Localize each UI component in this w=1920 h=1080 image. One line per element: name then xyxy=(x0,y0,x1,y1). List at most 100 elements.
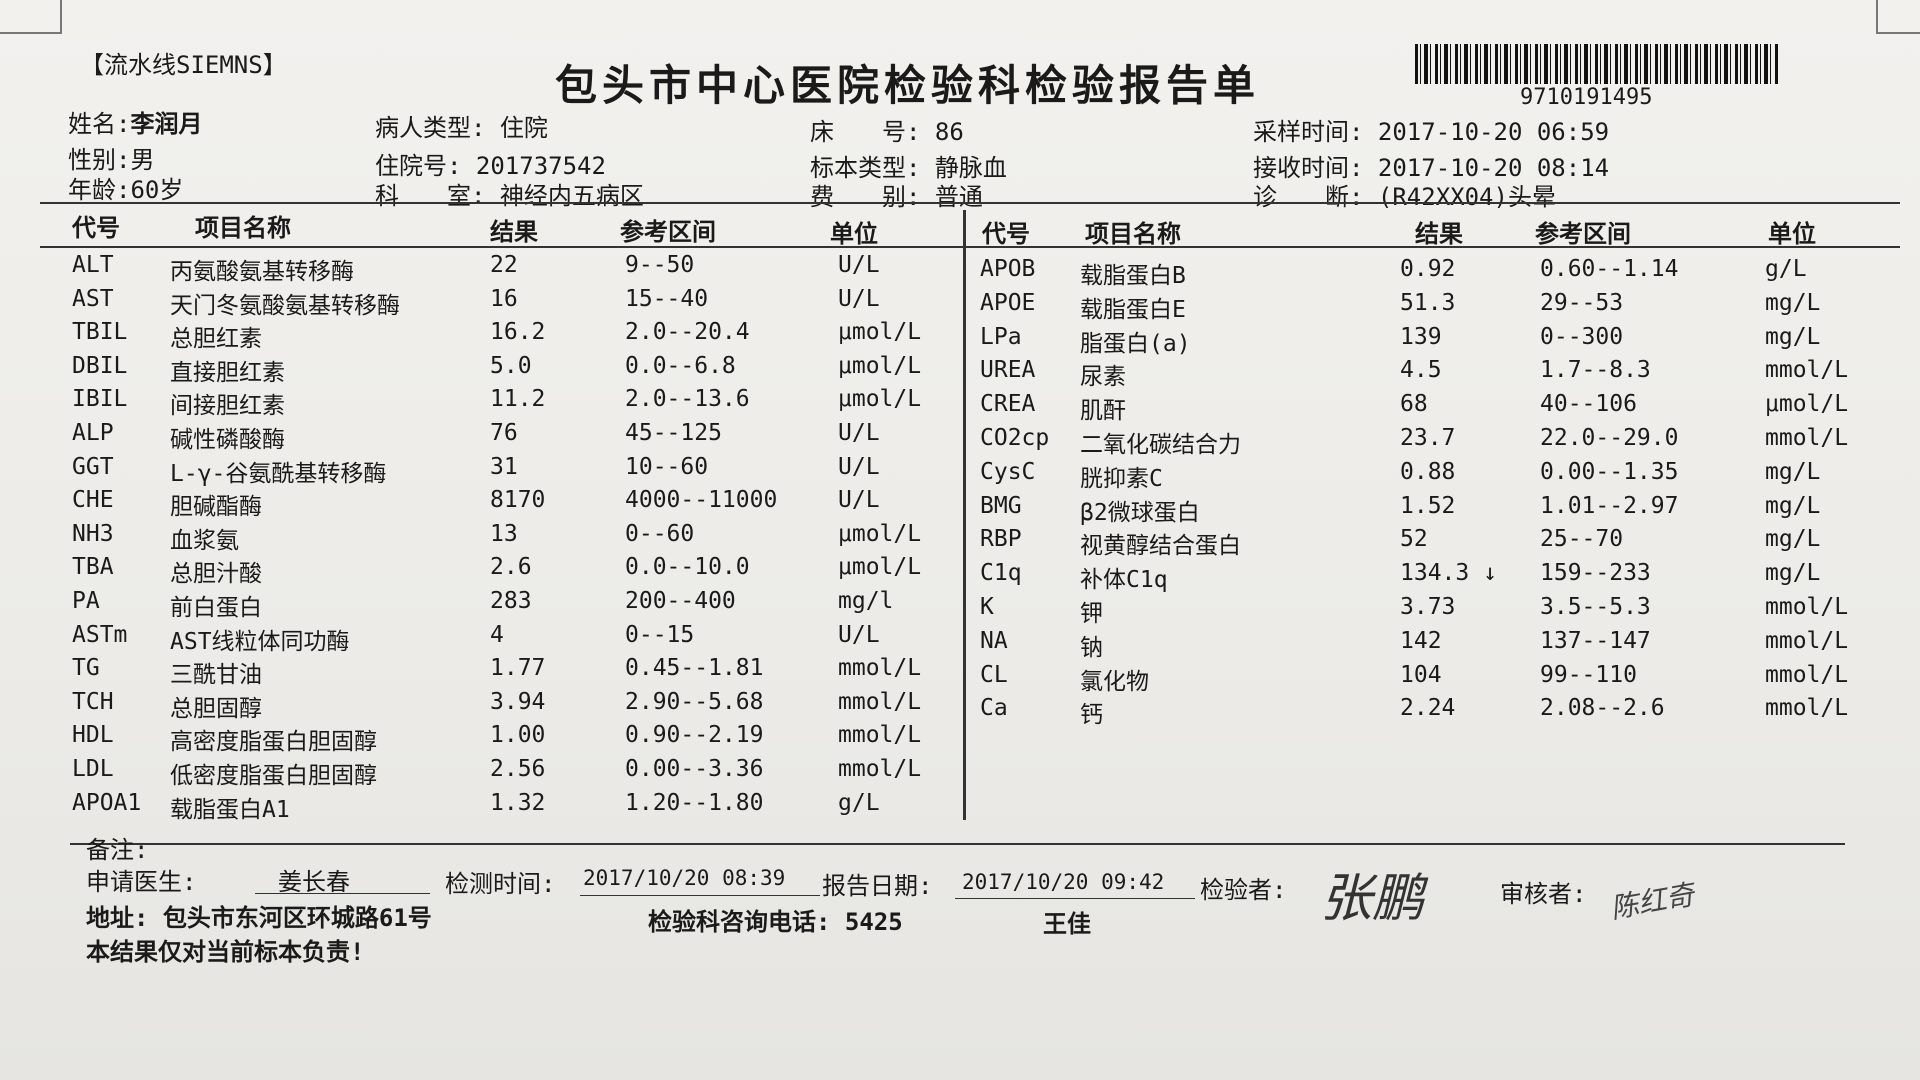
cell-range: 1.7--8.3 xyxy=(1540,357,1651,384)
cell-name: 载脂蛋白B xyxy=(1080,263,1186,289)
address: 地址: 包头市东河区环城路61号 xyxy=(86,904,432,932)
doctor-underline xyxy=(255,893,430,894)
report-date-underline xyxy=(955,898,1195,899)
table-row: BMG β2微球蛋白 1.52 1.01--2.97 mg/L xyxy=(0,492,1920,526)
cell-unit: mmol/L xyxy=(838,722,922,749)
cell-code: APOB xyxy=(980,256,1036,282)
diagnosis: 诊 断: (R42XX04)头晕 xyxy=(1253,183,1556,211)
bed-number: 床 号: 86 xyxy=(810,118,964,146)
cell-range: 0.00--3.36 xyxy=(625,756,764,782)
cell-name: β2微球蛋白 xyxy=(1080,499,1200,526)
table-row: C1q 补体C1q 134.3 ↓ 159--233 mg/L xyxy=(0,560,1920,593)
cell-unit: mg/L xyxy=(1765,492,1821,519)
cell-code: C1q xyxy=(980,560,1022,587)
table-row: LPa 脂蛋白(a) 139 0--300 mg/L xyxy=(0,323,1920,357)
cell-code: APOE xyxy=(980,289,1036,316)
table-row: Ca 钙 2.24 2.08--2.6 mmol/L xyxy=(0,695,1920,728)
table-row: CL 氯化物 104 99--110 mmol/L xyxy=(0,661,1920,695)
cell-range: 159--233 xyxy=(1540,560,1651,587)
cell-unit: mg/L xyxy=(1765,458,1821,485)
cell-result: 0.88 xyxy=(1400,458,1456,485)
cell-range: 0.60--1.14 xyxy=(1540,256,1679,282)
col-unit-right: 单位 xyxy=(1768,220,1816,248)
cell-result: 51.3 xyxy=(1400,289,1456,316)
cell-unit: mmol/L xyxy=(1765,357,1849,384)
cell-unit: g/L xyxy=(838,789,880,816)
cell-range: 2.08--2.6 xyxy=(1540,695,1665,722)
test-time-label: 检测时间: xyxy=(445,870,556,898)
patient-age: 年龄:60岁 xyxy=(68,176,184,204)
table-row: CREA 肌酐 68 40--106 μmol/L xyxy=(0,391,1920,424)
cell-name: 脂蛋白(a) xyxy=(1080,330,1191,357)
cell-code: HDL xyxy=(72,722,114,749)
cell-range: 99--110 xyxy=(1540,661,1637,688)
cell-result: 1.32 xyxy=(490,789,546,816)
cell-code: K xyxy=(980,594,994,620)
table-row: CysC 胱抑素C 0.88 0.00--1.35 mg/L xyxy=(0,458,1920,492)
cell-unit: mmol/L xyxy=(1765,661,1849,688)
cell-unit: mg/L xyxy=(1765,526,1821,553)
cell-name: 钠 xyxy=(1080,634,1103,661)
cell-range: 40--106 xyxy=(1540,391,1637,418)
cell-result: 1.52 xyxy=(1400,492,1456,519)
contact: 王佳 xyxy=(1043,910,1091,938)
report-title: 包头市中心医院检验科检验报告单 xyxy=(555,61,1261,110)
reviewer-label: 审核者: xyxy=(1500,880,1587,908)
table-row: APOB 载脂蛋白B 0.92 0.60--1.14 g/L xyxy=(0,256,1920,289)
cell-range: 1.20--1.80 xyxy=(625,789,764,816)
table-row: APOE 载脂蛋白E 51.3 29--53 mg/L xyxy=(0,289,1920,323)
cell-name: 氯化物 xyxy=(1080,668,1149,695)
cell-range: 25--70 xyxy=(1540,526,1624,553)
cell-result: 68 xyxy=(1400,391,1428,418)
cell-code: BMG xyxy=(980,492,1022,519)
cell-range: 0.90--2.19 xyxy=(625,722,764,749)
department: 科 室: 神经内五病区 xyxy=(375,182,644,210)
header-rule xyxy=(40,202,1900,204)
table-row: RBP 视黄醇结合蛋白 52 25--70 mg/L xyxy=(0,526,1920,559)
cell-result: 139 xyxy=(1400,323,1442,350)
phone: 检验科咨询电话: 5425 xyxy=(648,908,903,936)
col-name-left: 项目名称 xyxy=(195,214,291,242)
cell-range: 22.0--29.0 xyxy=(1540,425,1679,451)
cell-result: 4.5 xyxy=(1400,357,1442,384)
sample-time: 采样时间: 2017-10-20 06:59 xyxy=(1253,118,1610,146)
disclaimer: 本结果仅对当前标本负责! xyxy=(86,938,365,966)
col-result-left: 结果 xyxy=(490,218,538,246)
col-result-right: 结果 xyxy=(1415,220,1463,248)
cell-code: NA xyxy=(980,627,1008,654)
report-date-label: 报告日期: xyxy=(822,872,933,900)
table-row: UREA 尿素 4.5 1.7--8.3 mmol/L xyxy=(0,357,1920,390)
cell-unit: μmol/L xyxy=(1765,391,1849,418)
cell-code: UREA xyxy=(980,357,1036,384)
cell-unit: mmol/L xyxy=(1765,695,1849,722)
cell-range: 3.5--5.3 xyxy=(1540,594,1651,620)
cell-result: 134.3 ↓ xyxy=(1400,560,1497,587)
report-date: 2017/10/20 09:42 xyxy=(962,870,1165,894)
cell-range: 0.00--1.35 xyxy=(1540,458,1679,485)
window-corner-left xyxy=(0,0,62,34)
cell-code: RBP xyxy=(980,526,1022,553)
cell-unit: mmol/L xyxy=(1765,627,1849,654)
cell-code: CysC xyxy=(980,458,1036,485)
barcode-number: 9710191495 xyxy=(1520,85,1653,110)
cell-name: 尿素 xyxy=(1080,364,1126,391)
col-range-left: 参考区间 xyxy=(620,218,716,246)
table-row: CO2cp 二氧化碳结合力 23.7 22.0--29.0 mmol/L xyxy=(0,425,1920,458)
window-corner-right xyxy=(1876,0,1920,34)
cell-result: 1.00 xyxy=(490,722,546,749)
fee-type: 费 别: 普通 xyxy=(810,183,983,211)
cell-result: 3.73 xyxy=(1400,594,1456,620)
tester-label: 检验者: xyxy=(1200,876,1287,904)
cell-result: 2.56 xyxy=(490,756,546,782)
cell-name: 钾 xyxy=(1080,601,1103,627)
cell-code: CO2cp xyxy=(980,425,1050,451)
cell-name: 载脂蛋白A1 xyxy=(170,796,290,823)
test-time-underline xyxy=(580,895,820,896)
table-row: LDL 低密度脂蛋白胆固醇 2.56 0.00--3.36 mmol/L xyxy=(0,756,1920,789)
cell-name: 胱抑素C xyxy=(1080,465,1163,492)
cell-unit: mmol/L xyxy=(838,756,922,782)
cell-code: Ca xyxy=(980,695,1008,722)
table-row: NA 钠 142 137--147 mmol/L xyxy=(0,627,1920,661)
table-row: HDL 高密度脂蛋白胆固醇 1.00 0.90--2.19 mmol/L xyxy=(0,722,1920,755)
cell-name: 补体C1q xyxy=(1080,567,1168,594)
